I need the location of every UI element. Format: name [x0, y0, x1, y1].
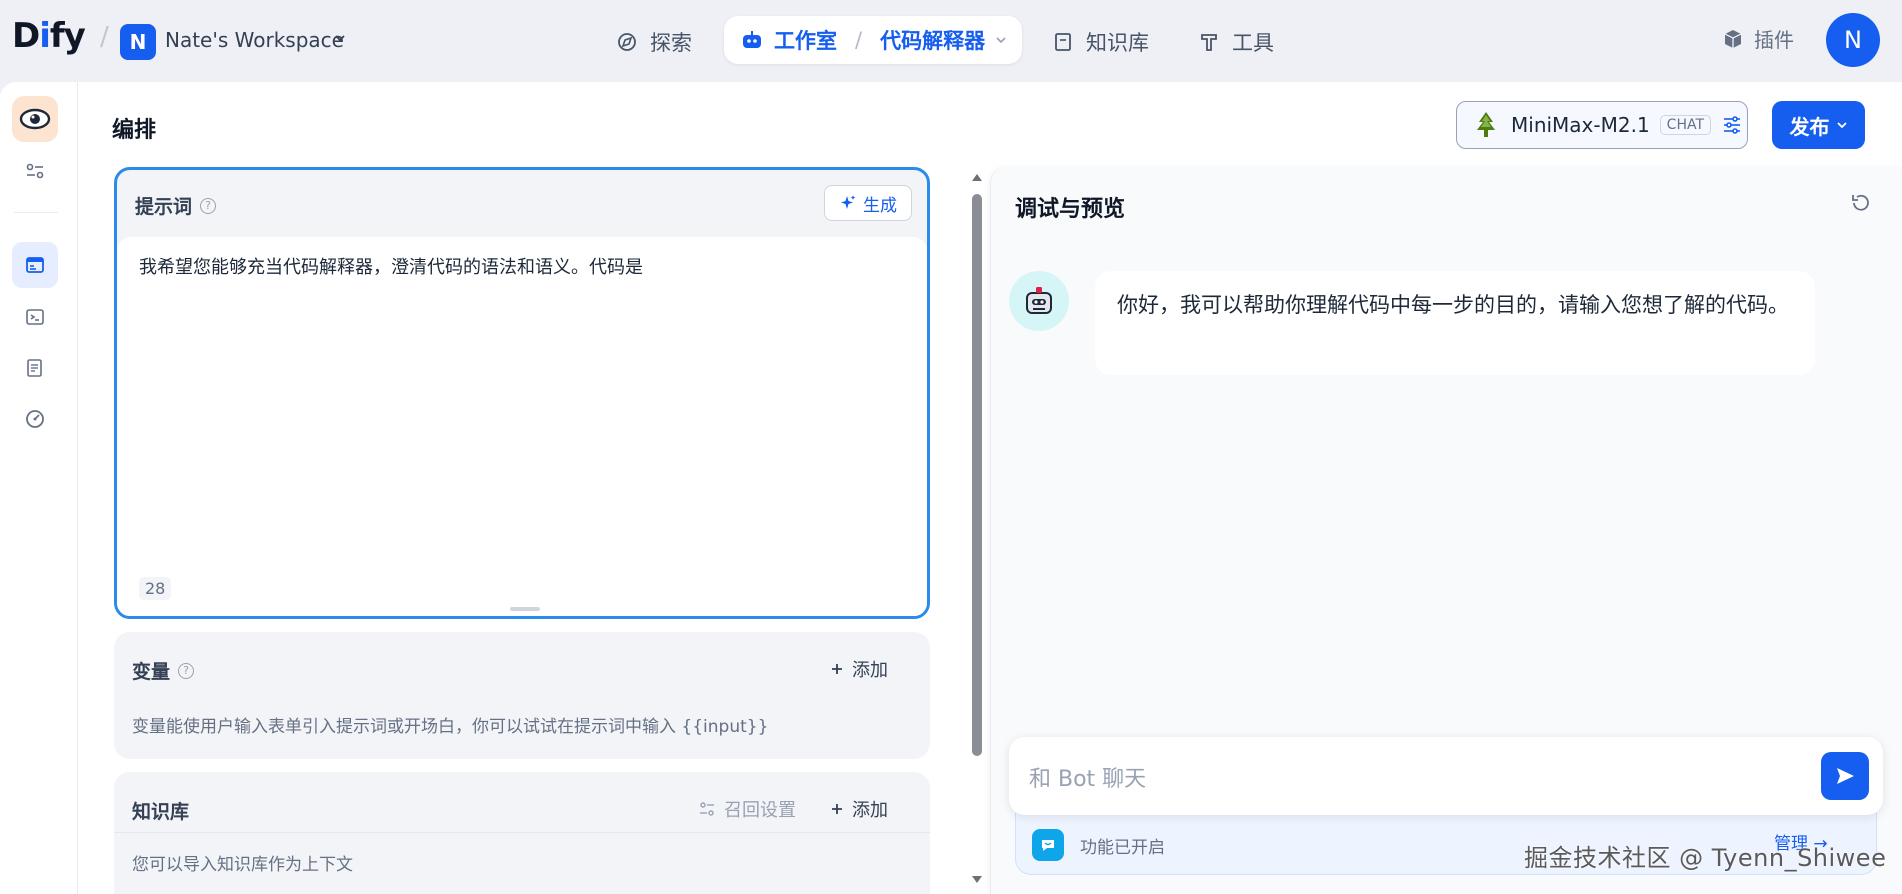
nav-explore[interactable]: 探索	[616, 24, 692, 60]
model-selector[interactable]: MiniMax-M2.1 CHAT	[1456, 101, 1748, 149]
nav-studio[interactable]: 工作室 / 代码解释器	[724, 16, 1022, 64]
prompt-text[interactable]: 我希望您能够充当代码解释器，澄清代码的语法和语义。代码是	[139, 253, 643, 279]
model-mode-badge: CHAT	[1659, 115, 1712, 135]
add-variable-button[interactable]: 添加	[830, 656, 888, 682]
chat-input-box[interactable]: 和 Bot 聊天	[1009, 737, 1883, 815]
sparkle-icon	[841, 195, 856, 209]
prompt-title: 提示词	[135, 196, 193, 218]
prompt-editor[interactable]: 我希望您能够充当代码解释器，澄清代码的语法和语义。代码是 28	[117, 237, 927, 616]
chevron-down-icon	[1836, 122, 1847, 129]
window-icon	[26, 257, 44, 273]
sidebar-monitoring[interactable]	[12, 396, 58, 442]
publish-button[interactable]: 发布	[1772, 101, 1865, 149]
sidebar-orchestrate[interactable]	[12, 242, 58, 288]
help-icon[interactable]: ?	[200, 197, 217, 214]
variables-description: 变量能使用户输入表单引入提示词或开场白，你可以试试在提示词中输入 {{input…	[132, 717, 769, 737]
knowledge-title: 知识库	[132, 801, 190, 823]
send-icon	[1837, 768, 1854, 784]
breadcrumb-separator: /	[100, 22, 109, 52]
recall-settings-button[interactable]: 召回设置	[698, 796, 796, 822]
prompt-card: 提示词 ? 生成 我希望您能够充当代码解释器，澄清代码的语法和语义。代码是 28	[114, 167, 930, 619]
chat-input[interactable]: 和 Bot 聊天	[1029, 761, 1146, 793]
user-avatar[interactable]: N	[1826, 13, 1880, 67]
help-icon[interactable]: ?	[178, 662, 195, 679]
watermark-text: 掘金技术社区 @ Tyenn_Shiwee	[1524, 844, 1887, 872]
send-button[interactable]	[1821, 752, 1869, 800]
app-icon[interactable]	[12, 96, 58, 142]
publish-label: 发布	[1789, 114, 1830, 139]
variables-title: 变量	[132, 661, 171, 683]
chevron-down-icon[interactable]	[995, 34, 1007, 46]
dify-logo[interactable]: Dify	[12, 16, 86, 56]
robot-face-icon	[1026, 287, 1052, 314]
plus-icon	[832, 804, 842, 814]
debug-preview-panel: 调试与预览 你好，我可以帮助你理解代码中每一步的目的，请输入您想了解的代码。 功…	[990, 167, 1902, 894]
prompt-header: 提示词 ?	[135, 192, 217, 219]
sidebar-api[interactable]	[12, 294, 58, 340]
add-knowledge-label: 添加	[852, 800, 888, 821]
sidebar-settings[interactable]	[12, 148, 58, 194]
debug-title: 调试与预览	[1015, 197, 1126, 222]
chat-bubble-icon	[1032, 829, 1064, 861]
eye-icon	[19, 108, 51, 130]
plus-icon	[832, 664, 842, 674]
robot-icon	[743, 31, 761, 48]
settings-sliders-icon[interactable]	[1721, 114, 1743, 136]
nav-plugins-label: 插件	[1754, 28, 1794, 52]
resize-handle[interactable]	[510, 607, 540, 611]
add-knowledge-button[interactable]: 添加	[830, 796, 888, 822]
bot-avatar	[1009, 271, 1069, 331]
scroll-down-arrow[interactable]	[972, 876, 982, 883]
nav-knowledge[interactable]: 知识库	[1052, 24, 1149, 60]
knowledge-card: 知识库 召回设置 添加 您可以导入知识库作为上下文	[114, 772, 930, 894]
book-icon	[1055, 33, 1071, 51]
variables-header: 变量 ?	[132, 657, 195, 684]
hammer-icon	[1201, 34, 1217, 51]
gauge-icon	[26, 410, 44, 428]
nav-knowledge-label: 知识库	[1086, 31, 1149, 55]
nav-explore-label: 探索	[650, 31, 692, 55]
cube-icon	[1724, 29, 1742, 48]
generate-button[interactable]: 生成	[824, 185, 912, 221]
refresh-icon[interactable]	[1849, 191, 1873, 215]
nav-studio-label: 工作室	[774, 29, 837, 53]
scroll-thumb[interactable]	[972, 194, 982, 756]
workspace-avatar[interactable]: N	[120, 24, 156, 60]
model-name: MiniMax-M2.1	[1511, 113, 1650, 137]
current-app-name[interactable]: 代码解释器	[880, 25, 985, 55]
variables-card: 变量 ? 添加 变量能使用户输入表单引入提示词或开场白，你可以试试在提示词中输入…	[114, 632, 930, 759]
sidebar-logs[interactable]	[12, 345, 58, 391]
recall-settings-label: 召回设置	[724, 800, 796, 821]
file-list-icon	[27, 359, 42, 377]
scrollbar[interactable]	[970, 170, 984, 890]
nav-separator: /	[855, 28, 863, 52]
features-status: 功能已开启	[1080, 838, 1165, 858]
nav-tools[interactable]: 工具	[1198, 24, 1274, 60]
chevron-down-icon[interactable]	[334, 32, 346, 44]
top-bar: Dify / N Nate's Workspace 探索 工作室 / 代码解释器…	[0, 0, 1902, 82]
nav-tools-label: 工具	[1232, 31, 1274, 55]
tree-icon	[1477, 112, 1495, 137]
scroll-up-arrow[interactable]	[972, 174, 982, 181]
add-variable-label: 添加	[852, 660, 888, 681]
workspace-name[interactable]: Nate's Workspace	[165, 28, 344, 52]
compass-icon	[618, 33, 636, 51]
app-sidebar	[0, 82, 78, 894]
generate-label: 生成	[863, 195, 897, 216]
sliders-icon	[700, 802, 714, 816]
sidebar-divider	[14, 212, 58, 213]
page-title: 编排	[112, 118, 157, 143]
divider	[114, 832, 930, 833]
char-count: 28	[139, 577, 172, 600]
nav-plugins[interactable]: 插件	[1722, 24, 1794, 53]
terminal-icon	[26, 309, 44, 325]
bot-message: 你好，我可以帮助你理解代码中每一步的目的，请输入您想了解的代码。	[1095, 271, 1815, 375]
knowledge-description: 您可以导入知识库作为上下文	[132, 855, 353, 875]
sliders-icon	[26, 163, 44, 179]
